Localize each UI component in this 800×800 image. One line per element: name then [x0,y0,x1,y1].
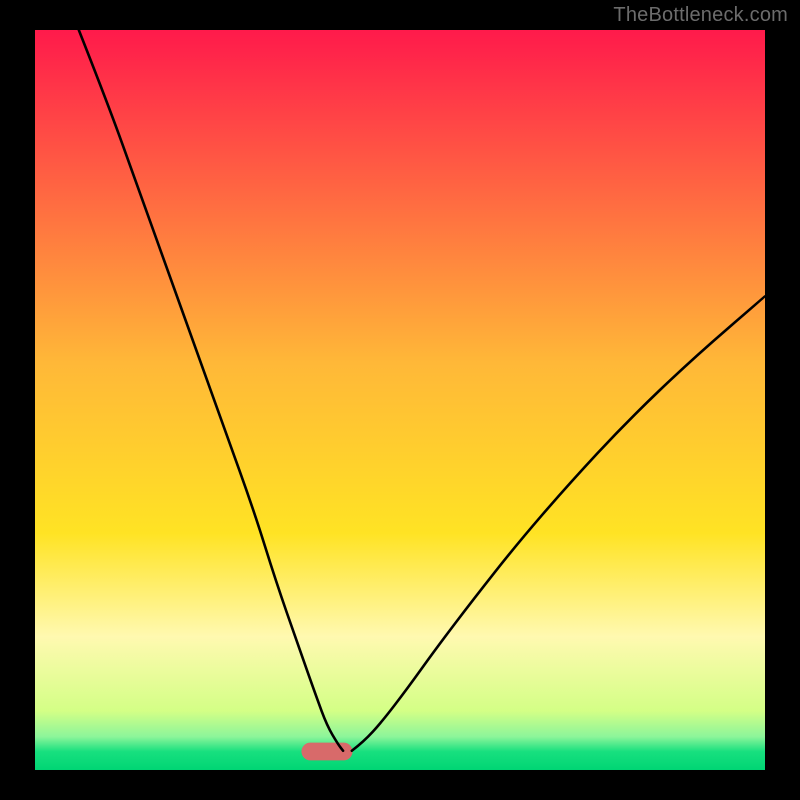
bottleneck-marker [301,743,352,761]
chart-frame: TheBottleneck.com [0,0,800,800]
watermark-text: TheBottleneck.com [613,4,788,27]
plot-background [35,30,765,770]
bottleneck-chart [0,0,800,800]
